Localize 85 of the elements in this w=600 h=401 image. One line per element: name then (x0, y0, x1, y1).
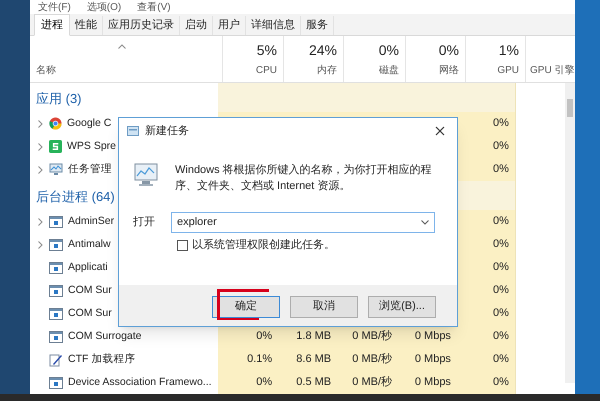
process-name[interactable]: COM Surrogate (68, 328, 142, 344)
table-cell: 0% (456, 135, 516, 158)
table-cell: 0% (456, 371, 516, 394)
circle-logo-icon (49, 117, 62, 130)
column-header[interactable]: 网络 (439, 66, 459, 76)
process-name[interactable]: 任务管理 (68, 162, 112, 178)
column-header[interactable]: CPU (256, 66, 277, 76)
table-cell: 0% (456, 279, 516, 302)
table-cell: 0.1% (218, 348, 278, 371)
process-name[interactable]: AdminSer (68, 214, 114, 230)
table-cell: 0% (456, 348, 516, 371)
table-cell: 0 Mbps (398, 348, 457, 371)
column-header[interactable]: 名称 (36, 66, 56, 76)
column-usage: 0% (378, 43, 399, 57)
expand-chevron-icon[interactable] (38, 166, 42, 174)
table-cell (218, 83, 278, 112)
table-cell: 0 Mbps (398, 371, 457, 394)
expand-chevron-icon[interactable] (38, 142, 42, 150)
process-name[interactable]: Antimalw (68, 236, 111, 252)
scrollbar[interactable] (565, 83, 575, 383)
table-cell: 0% (218, 371, 278, 394)
table-cell: 0 MB/秒 (337, 348, 398, 371)
table-cell: 0% (218, 325, 278, 348)
window-icon (49, 330, 63, 342)
ok-button[interactable]: 确定 (212, 296, 280, 318)
monitor-chart-icon (49, 163, 63, 176)
table-cell: 0 MB/秒 (337, 325, 398, 348)
table-cell: 0% (456, 233, 516, 256)
column-header[interactable]: GPU (497, 66, 519, 76)
window-icon (127, 126, 139, 136)
window-icon (49, 308, 63, 320)
dialog-title: 新建任务 (145, 124, 189, 139)
column-header[interactable]: 内存 (317, 66, 337, 76)
process-name[interactable]: Google C (67, 116, 112, 132)
table-cell: 0% (456, 112, 516, 135)
tab[interactable]: 进程 (34, 14, 70, 36)
group-heading[interactable]: 应用 (3) (36, 88, 82, 108)
table-cell: 0% (456, 158, 516, 181)
browse-button[interactable]: 浏览(B)... (368, 296, 436, 318)
table-cell: 0% (456, 325, 516, 348)
expand-chevron-icon[interactable] (38, 218, 42, 226)
table-cell: 0.5 MB (278, 371, 338, 394)
close-icon[interactable] (435, 126, 445, 136)
table-cell (456, 181, 516, 210)
spreadsheet-app-icon (49, 140, 62, 153)
menu-item[interactable]: 查看(V) (137, 2, 171, 14)
table-cell: 0% (456, 256, 516, 279)
column-usage: 24% (308, 43, 337, 57)
column-usage: 0% (438, 43, 459, 57)
table-cell: 0% (456, 302, 516, 325)
group-heading[interactable]: 后台进程 (64) (36, 186, 115, 206)
field-label: 打开 (133, 215, 156, 230)
table-cell: 0 Mbps (398, 325, 457, 348)
checkbox-label: 以系统管理权限创建此任务。 (192, 238, 335, 253)
process-name[interactable]: COM Sur (68, 282, 112, 298)
dialog-message: Windows 将根据你所键入的名称，为你打开相应的程序、文件夹、文档或 Internet 资源。 (175, 162, 433, 194)
column-header[interactable]: GPU 引擎 (530, 66, 574, 76)
window-icon (49, 216, 63, 228)
pen-icon (49, 352, 63, 366)
process-name[interactable]: Applicati (68, 260, 108, 276)
column-usage: 5% (256, 43, 277, 57)
expand-chevron-icon[interactable] (38, 240, 42, 248)
window-icon (49, 262, 63, 274)
process-name[interactable]: CTF 加载程序 (68, 352, 136, 368)
process-name[interactable]: COM Sur (68, 306, 112, 322)
cancel-button[interactable]: 取消 (290, 296, 358, 318)
table-cell: 8.6 MB (278, 348, 338, 371)
window-icon (49, 284, 63, 296)
window-icon (49, 376, 63, 388)
sort-caret-icon[interactable] (118, 44, 126, 49)
column-usage: 1% (498, 43, 519, 57)
menu-item[interactable]: 选项(O) (86, 2, 122, 14)
table-cell: 0% (456, 210, 516, 233)
table-cell (456, 83, 516, 112)
column-header[interactable]: 磁盘 (379, 66, 399, 76)
dropdown-chevron-icon[interactable] (421, 220, 429, 225)
process-name[interactable]: WPS Spre (67, 138, 116, 154)
open-combo-box[interactable]: explorer (171, 212, 435, 233)
table-cell: 0 MB/秒 (337, 371, 398, 394)
process-name[interactable]: Device Association Framewo... (68, 374, 212, 390)
checkbox[interactable] (177, 240, 188, 251)
window-icon (49, 238, 63, 250)
table-cell: 1.8 MB (278, 325, 338, 348)
menu-item[interactable]: 文件(F) (38, 2, 71, 14)
expand-chevron-icon[interactable] (38, 120, 42, 128)
